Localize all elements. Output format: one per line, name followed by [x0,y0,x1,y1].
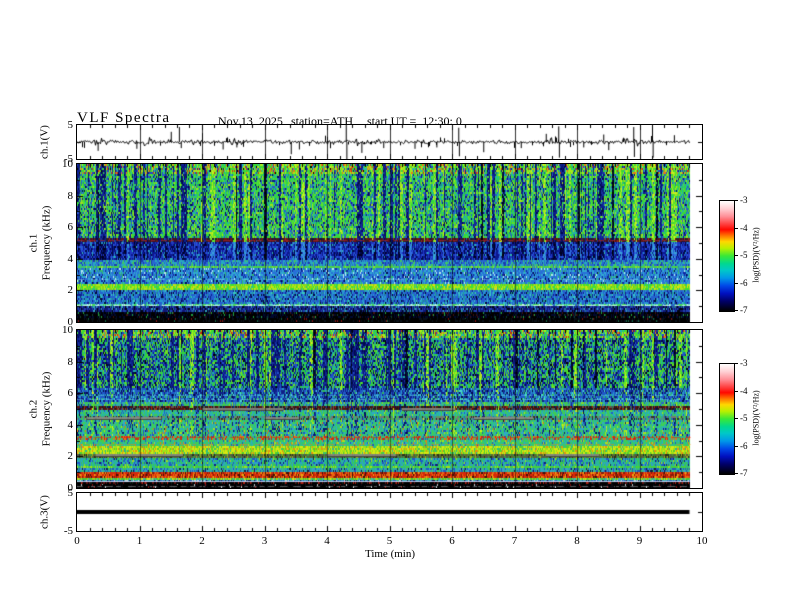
x-tick-label: 5 [386,535,393,547]
panel-ch3-waveform [76,492,703,532]
y-tick-label: 5 [67,487,74,499]
x-tick-label: 8 [574,535,580,547]
ch1-waveform-canvas [77,125,702,159]
y-axis-label-ch2-line2: Frequency (kHz) [40,371,52,447]
y-axis-label-ch2-line1: ch.2 [27,399,40,419]
y-axis-label-ch1-line2: Frequency (kHz) [40,205,52,281]
colorbar-tick-label: -7 [740,305,748,315]
panel-ch2-spectrogram [76,329,703,489]
ch2-spectrogram-canvas [77,330,702,488]
x-tick-label: 9 [636,535,643,547]
y-tick-label: 10 [62,324,73,336]
colorbar-tick [734,418,738,419]
y-tick-label: 6 [67,221,74,234]
y-tick-label: 10 [62,158,73,170]
x-tick-label: 6 [449,535,455,547]
x-axis-title: Time (min) [364,548,416,560]
colorbar-tick-label: -6 [740,440,748,451]
y-axis-label-ch3-voltage: ch.3(V) [38,495,51,529]
colorbar-ch1-label: log(PSD)(V²/Hz) [751,227,761,283]
colorbar-tick [734,227,738,229]
colorbar-tick-label: -4 [740,222,748,233]
x-tick-label: 2 [199,535,205,547]
y-axis-label-ch1-frequency: ch.1 Frequency (kHz) [27,206,52,281]
colorbar-tick [734,255,738,256]
colorbar-tick [734,200,738,201]
colorbar-tick-label: -5 [740,250,748,260]
vlf-spectra-plot: VLF Spectra Nov.13, 2025 station=ATH sta… [0,0,792,612]
colorbar-tick-label: -3 [740,195,748,205]
colorbar-ch1 [719,200,735,312]
colorbar-tick [734,363,738,364]
x-tick-label: 7 [511,535,518,547]
x-tick-label: 10 [696,535,708,547]
colorbar-tick [734,390,738,392]
y-axis-label-ch2-frequency: ch.2 Frequency (kHz) [27,372,52,447]
panel-ch1-spectrogram [76,163,703,323]
y-tick-label: 8 [67,355,74,368]
colorbar-tick [734,473,738,474]
x-tick-label: 4 [324,535,330,547]
ch3-waveform-canvas [77,493,702,531]
colorbar-tick-label: -4 [740,385,748,396]
y-tick-label: 2 [67,284,74,297]
y-tick-label: 4 [67,252,74,265]
y-tick-label: 4 [67,418,74,431]
colorbar-tick [734,282,738,284]
y-tick-label: 2 [67,450,74,463]
panel-ch1-waveform [76,124,703,160]
colorbar-ch2-label: log(PSD)(V²/Hz) [751,390,761,446]
y-tick-label: 8 [67,189,74,202]
colorbar-ch2 [719,363,735,475]
x-tick-label: 3 [261,535,268,547]
colorbar-tick-label: -3 [740,358,748,368]
y-tick-label: 5 [67,119,74,131]
colorbar-tick-label: -5 [740,413,748,423]
x-tick-label: 1 [136,535,143,547]
y-tick-label: 6 [67,387,74,400]
colorbar-tick [734,310,738,311]
y-axis-label-ch1-line1: ch.1 [27,233,40,253]
colorbar-tick-label: -7 [740,468,748,478]
colorbar-tick-label: -6 [740,277,748,288]
x-tick-label: 0 [74,535,80,547]
colorbar-tick [734,445,738,447]
ch1-spectrogram-canvas [77,164,702,322]
